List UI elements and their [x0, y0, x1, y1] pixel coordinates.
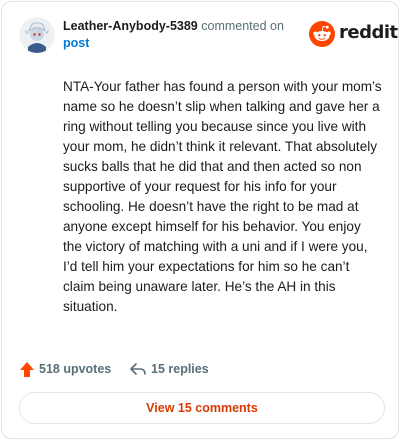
comment-card: Leather-Anybody-5389 commented on post r… [1, 1, 399, 439]
avatar[interactable] [19, 17, 55, 53]
upvote-button[interactable]: 518 upvotes [19, 358, 111, 380]
comment-meta: Leather-Anybody-5389 commented on post [63, 18, 303, 52]
comment-header: Leather-Anybody-5389 commented on post r… [19, 17, 398, 57]
replies-button[interactable]: 15 replies [129, 358, 209, 380]
reddit-wordmark: reddit [339, 22, 398, 43]
reddit-brand[interactable]: reddit [309, 20, 398, 48]
commented-on-text: commented on [201, 19, 284, 33]
username[interactable]: Leather-Anybody-5389 [63, 19, 198, 33]
replies-count: 15 replies [151, 362, 209, 376]
post-link[interactable]: post [63, 35, 89, 52]
upvote-arrow-icon [20, 361, 34, 377]
comment-actions: 518 upvotes 15 replies [19, 358, 385, 382]
upvotes-count: 518 upvotes [39, 362, 112, 376]
reddit-logo-icon [309, 21, 335, 47]
comment-body: NTA-Your father has found a person with … [63, 79, 382, 314]
user-avatar-icon [19, 17, 55, 53]
reply-arrow-icon [130, 363, 146, 375]
view-comments-button[interactable]: View 15 comments [19, 392, 385, 424]
